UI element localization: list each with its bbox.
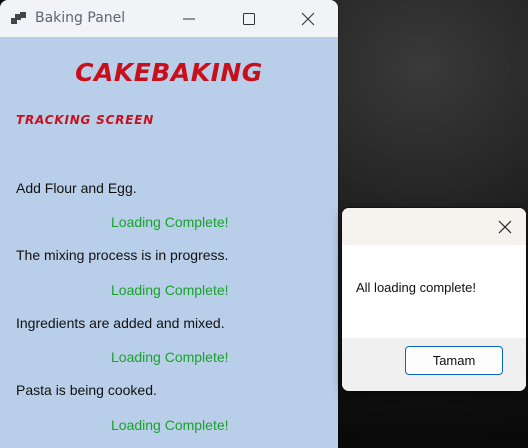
title-bar[interactable]: Baking Panel	[0, 0, 338, 37]
step-status: Loading Complete!	[111, 214, 229, 230]
step-label: Add Flour and Egg.	[16, 180, 137, 196]
screen-subtitle: TRACKING SCREEN	[16, 113, 155, 127]
close-icon	[301, 12, 315, 26]
maximize-button[interactable]	[226, 0, 272, 37]
dialog-close-button[interactable]	[484, 208, 526, 245]
main-window: Baking Panel CAKEBAKING TRACKING SCREEN …	[0, 0, 338, 448]
step-label: Ingredients are added and mixed.	[16, 315, 225, 331]
ok-button[interactable]: Tamam	[405, 346, 503, 375]
step-status: Loading Complete!	[111, 417, 229, 433]
step-status: Loading Complete!	[111, 349, 229, 365]
maximize-icon	[243, 13, 255, 25]
window-title: Baking Panel	[35, 10, 126, 26]
message-dialog: All loading complete! Tamam	[342, 208, 526, 391]
minimize-icon	[183, 18, 195, 20]
app-window-icon	[11, 11, 27, 25]
step-label: Pasta is being cooked.	[16, 382, 157, 398]
step-label: The mixing process is in progress.	[16, 247, 229, 263]
minimize-button[interactable]	[166, 0, 212, 37]
dialog-message: All loading complete!	[356, 280, 476, 295]
brand-title: CAKEBAKING	[75, 58, 263, 87]
close-icon	[498, 220, 512, 234]
close-button[interactable]	[285, 0, 331, 37]
step-status: Loading Complete!	[111, 282, 229, 298]
